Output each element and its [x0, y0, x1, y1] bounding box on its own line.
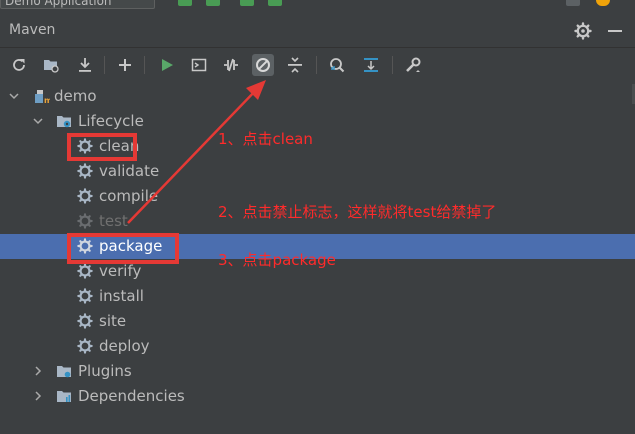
annotation-step-1: 1、点击clean [218, 130, 313, 148]
annotation-step-2: 2、点击禁止标志，这样就将test给禁掉了 [218, 203, 497, 221]
annotation-step-3: 3、点击package [218, 251, 336, 269]
